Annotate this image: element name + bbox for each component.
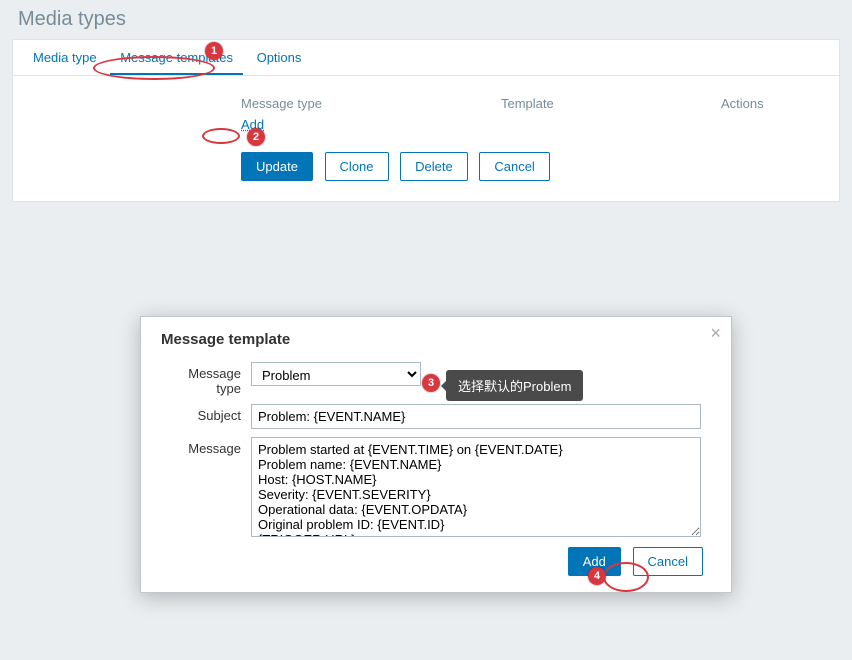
close-icon[interactable]: × [710, 323, 721, 344]
annotation-marker-2: 2 [247, 128, 265, 146]
col-template: Template [493, 92, 713, 115]
tab-message-templates[interactable]: Message templates [110, 40, 243, 75]
templates-table: Message type Template Actions Add [233, 92, 823, 134]
message-type-select[interactable]: Problem [251, 362, 421, 386]
cancel-button[interactable]: Cancel [479, 152, 549, 181]
table-row: Add [233, 115, 823, 134]
tab-content: Message type Template Actions Add Update… [13, 76, 839, 201]
modal-cancel-button[interactable]: Cancel [633, 547, 703, 576]
message-template-modal: × Message template Message type Problem … [140, 316, 732, 593]
annotation-tip-3: 选择默认的Problem [446, 370, 583, 401]
tab-options[interactable]: Options [247, 40, 312, 73]
delete-button[interactable]: Delete [400, 152, 468, 181]
label-message: Message [161, 437, 251, 456]
tabs-bar: Media type Message templates Options [13, 40, 839, 76]
modal-title: Message template [161, 331, 711, 348]
annotation-marker-4: 4 [588, 567, 606, 585]
label-subject: Subject [161, 404, 251, 423]
subject-input[interactable] [251, 404, 701, 429]
update-button[interactable]: Update [241, 152, 313, 181]
action-buttons: Update Clone Delete Cancel [241, 152, 809, 181]
col-message-type: Message type [233, 92, 493, 115]
message-textarea[interactable]: Problem started at {EVENT.TIME} on {EVEN… [251, 437, 701, 537]
tab-media-type[interactable]: Media type [23, 40, 107, 73]
label-message-type: Message type [161, 362, 251, 396]
annotation-marker-1: 1 [205, 42, 223, 60]
modal-buttons: Add Cancel [161, 547, 711, 576]
clone-button[interactable]: Clone [325, 152, 389, 181]
col-actions: Actions [713, 92, 823, 115]
main-panel: Media type Message templates Options Mes… [12, 39, 840, 202]
page-title: Media types [0, 0, 852, 39]
